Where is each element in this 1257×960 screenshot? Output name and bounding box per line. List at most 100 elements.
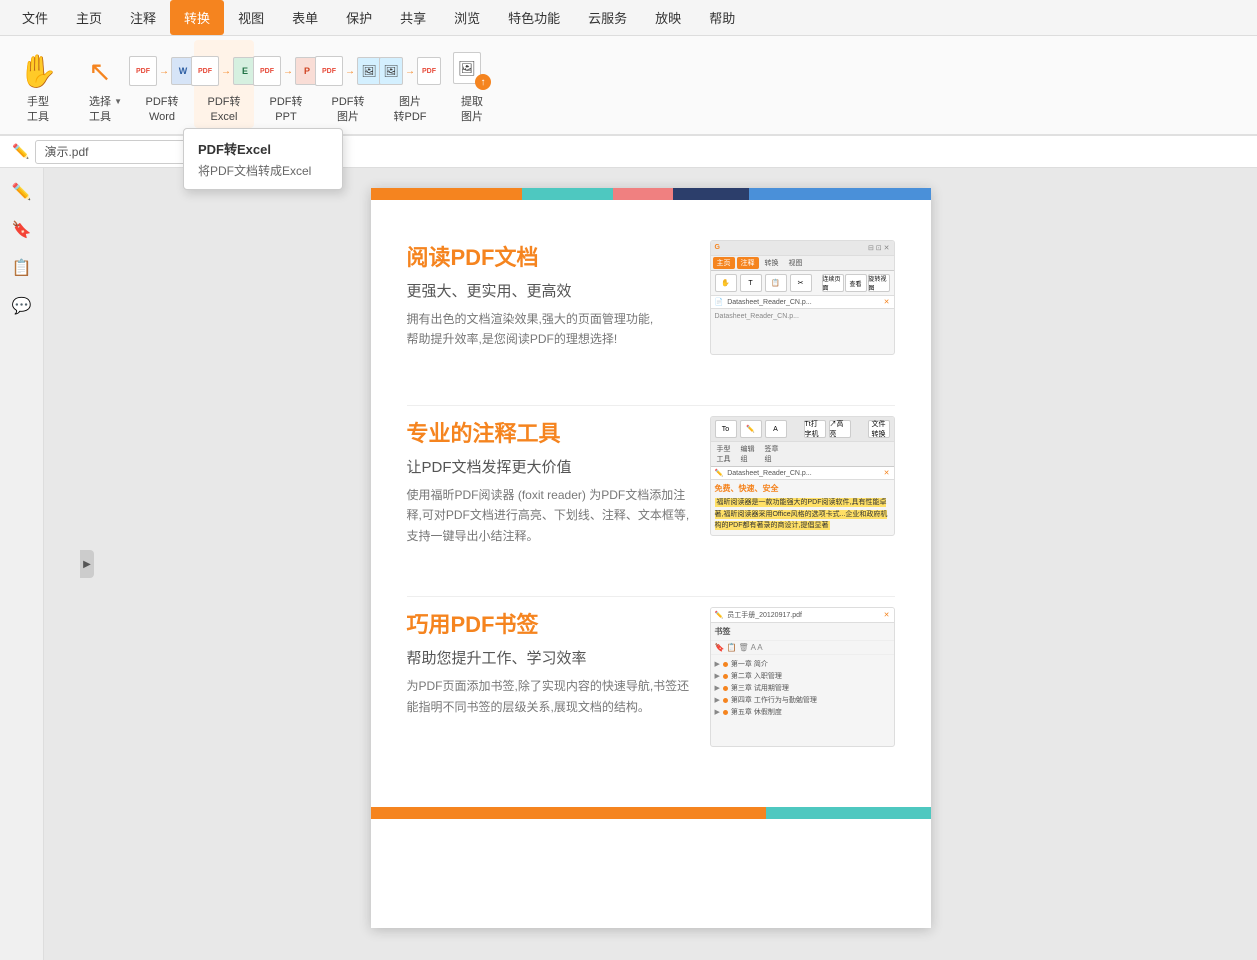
mini-btn-3: 📋 (765, 274, 787, 292)
sidebar-comment-icon[interactable]: 💬 (6, 290, 38, 322)
collapse-arrow-button[interactable]: ▶ (80, 550, 94, 578)
pdf-section-2-inner: 专业的注释工具 让PDF文档发挥更大价值 使用福昕PDF阅读器 (foxit r… (407, 416, 895, 546)
pdf-section-3-inner: 巧用PDF书签 帮助您提升工作、学习效率 为PDF页面添加书签,除了实现内容的快… (407, 607, 895, 747)
bm-text-5: 第五章 休假制度 (731, 707, 782, 717)
section-3-text: 巧用PDF书签 帮助您提升工作、学习效率 为PDF页面添加书签,除了实现内容的快… (407, 607, 690, 717)
section-1-text: 阅读PDF文档 更强大、更实用、更高效 拥有出色的文档渲染效果,强大的页面管理功… (407, 240, 690, 350)
menu-item-表单[interactable]: 表单 (278, 0, 332, 35)
mini-content-1: Datasheet_Reader_CN.p... (711, 309, 894, 324)
hand-tool-button[interactable]: ✋ 手型工具 (8, 40, 68, 128)
menu-item-转换[interactable]: 转换 (170, 0, 224, 35)
mini-file-name-2: Datasheet_Reader_CN.p... (727, 470, 811, 477)
mini-highlight-area: 福昕阅读器是一款功能强大的PDF阅读软件,具有性能卓著,福昕阅读器采用Offic… (715, 497, 890, 532)
image-placeholder-icon: 🖼 (357, 57, 381, 85)
bar-teal (522, 188, 613, 200)
cursor-icon: ↖ (88, 55, 111, 88)
menu-item-文件[interactable]: 文件 (8, 0, 62, 35)
pdf-section-3: 巧用PDF书签 帮助您提升工作、学习效率 为PDF页面添加书签,除了实现内容的快… (407, 607, 895, 747)
mini-bookmark-label: 书签 (711, 623, 894, 641)
menu-item-放映[interactable]: 放映 (641, 0, 695, 35)
mini-green-text: 免费、快速、安全 (715, 483, 890, 494)
bm-expand-5: ▶ (715, 708, 720, 716)
pdf-content: 阅读PDF文档 更强大、更实用、更高效 拥有出色的文档渲染效果,强大的页面管理功… (371, 200, 931, 807)
toolbar-group: ✋ 手型工具 ↖ 选择工具 ▼ PDF → W PDF转Word (8, 40, 502, 128)
image-to-pdf-button[interactable]: 🖼 → PDF 图片转PDF (380, 40, 440, 128)
section-2-subtitle: 让PDF文档发挥更大价值 (407, 456, 690, 477)
mini-tab-active: 注释 (737, 257, 759, 269)
mini-tb-1: To (715, 420, 737, 438)
bm-row-5: ▶ 第五章 休假制度 (715, 706, 890, 718)
main-area: ✏️ 🔖 📋 💬 ▶ 阅读PDF文档 (0, 168, 1257, 960)
bm-text-4: 第四章 工作行为与勤勉管理 (731, 695, 817, 705)
bm-dot-5 (723, 710, 728, 715)
bm-dot-4 (723, 698, 728, 703)
menu-item-浏览[interactable]: 浏览 (440, 0, 494, 35)
mini-tab-hand: 手型工具 (713, 443, 735, 465)
bar-blue (749, 188, 931, 200)
bar-orange (371, 188, 522, 200)
mini-bm-icon-3: 🗑 (738, 643, 748, 652)
toolbar: ✋ 手型工具 ↖ 选择工具 ▼ PDF → W PDF转Word (0, 36, 1257, 136)
image-pdf-icon: 🖼 → PDF (379, 57, 441, 85)
pdf-to-excel-button[interactable]: PDF → E PDF转Excel (194, 40, 254, 128)
sidebar-page-icon[interactable]: 📋 (6, 252, 38, 284)
mini-tb-5: ↗高亮 (829, 420, 851, 438)
mini-app-2-header: To ✏️ A Tt打字机 ↗高亮 文件转换 (711, 417, 894, 442)
bm-expand-4: ▶ (715, 696, 720, 704)
bar-bottom-orange (371, 807, 766, 819)
pdf-to-image-icon-area: PDF → 🖼 (328, 51, 368, 91)
mini-placeholder-1: Datasheet_Reader_CN.p... (715, 313, 890, 320)
divider-2 (407, 596, 895, 597)
extract-image-label: 提取图片 (461, 95, 483, 124)
mini-pen-icon-3: ✏️ (715, 611, 724, 619)
mini-file-name-3: 员工手册_20120917.pdf (727, 610, 802, 620)
mini-toolbar-2b: Tt打字机 ↗高亮 (804, 420, 851, 438)
mini-tb-3: A (765, 420, 787, 438)
mini-app-2: To ✏️ A Tt打字机 ↗高亮 文件转换 (710, 416, 895, 536)
mini-file-tab-1: 📄 Datasheet_Reader_CN.p... ✕ (711, 296, 894, 309)
mini-app-2-toolbar: 手型工具 编辑组 签章组 (711, 442, 894, 467)
section-1-title: 阅读PDF文档 (407, 240, 690, 272)
arrow-icon4: → (345, 66, 355, 77)
menu-item-保护[interactable]: 保护 (332, 0, 386, 35)
bm-text-3: 第三章 试用期管理 (731, 683, 789, 693)
section-2-title: 专业的注释工具 (407, 416, 690, 448)
mini-bm-icon-4: A A (751, 643, 763, 652)
mini-close-1: ✕ (884, 298, 890, 306)
mini-section2-content: 免费、快速、安全 福昕阅读器是一款功能强大的PDF阅读软件,具有性能卓著,福昕阅… (711, 480, 894, 535)
arrow-icon2: → (221, 66, 231, 77)
menu-item-特色功能[interactable]: 特色功能 (494, 0, 574, 35)
menu-item-帮助[interactable]: 帮助 (695, 0, 749, 35)
mini-tab-home: 主页 (713, 257, 735, 269)
menu-item-主页[interactable]: 主页 (62, 0, 116, 35)
arrow-icon3: → (283, 66, 293, 77)
select-tool-button[interactable]: ↖ 选择工具 ▼ (70, 40, 130, 128)
sidebar-bookmark-icon[interactable]: 🔖 (6, 214, 38, 246)
bar-navy (673, 188, 749, 200)
section-2-text: 专业的注释工具 让PDF文档发挥更大价值 使用福昕PDF阅读器 (foxit r… (407, 416, 690, 546)
mini-tb-2: ✏️ (740, 420, 762, 438)
arrow-icon5: → (405, 66, 415, 77)
mini-close-2: ✕ (884, 469, 890, 477)
mini-toolbar-2: To ✏️ A (715, 420, 787, 438)
mini-app-3: ✏️ 员工手册_20120917.pdf ✕ 书签 🔖 📋 🗑 (710, 607, 895, 747)
pdf-to-image-button[interactable]: PDF → 🖼 PDF转图片 (318, 40, 378, 128)
sidebar-annotation-icon[interactable]: ✏️ (6, 176, 38, 208)
extract-image-button[interactable]: 🖼 ↑ 提取图片 (442, 40, 502, 128)
section-3-body: 为PDF页面添加书签,除了实现内容的快速导航,书签还能指明不同书签的层级关系,展… (407, 676, 690, 717)
pdf-to-ppt-button[interactable]: PDF → P PDF转PPT (256, 40, 316, 128)
tooltip-desc: 将PDF文档转成Excel (198, 162, 328, 179)
pdf-to-word-button[interactable]: PDF → W PDF转Word (132, 40, 192, 128)
menu-item-云服务[interactable]: 云服务 (574, 0, 641, 35)
menu-item-注释[interactable]: 注释 (116, 0, 170, 35)
mini-nav-btns: 连续页面 查看 旋转视图 (822, 274, 890, 292)
bm-dot-3 (723, 686, 728, 691)
menu-item-共享[interactable]: 共享 (386, 0, 440, 35)
mini-btn-2: T (740, 274, 762, 292)
hand-icon: ✋ (18, 52, 58, 90)
extract-icon: 🖼 ↑ (453, 52, 491, 90)
mini-btn-4: ✂ (790, 274, 812, 292)
mini-tb-4: Tt打字机 (804, 420, 826, 438)
mini-bm-icon-2: 📋 (726, 643, 736, 652)
menu-item-视图[interactable]: 视图 (224, 0, 278, 35)
